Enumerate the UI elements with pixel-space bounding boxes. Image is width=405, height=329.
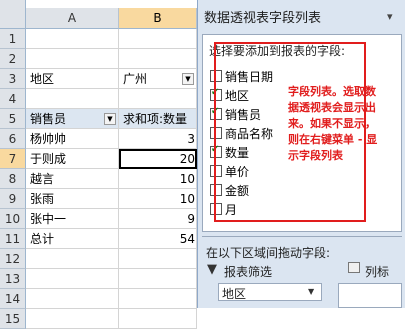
- panel-divider: [202, 236, 402, 237]
- cell-a[interactable]: 张中一: [26, 209, 119, 229]
- cell-text: 张中一: [30, 212, 67, 226]
- cell-b[interactable]: 54: [119, 229, 197, 249]
- filter-dropdown-icon[interactable]: ▼: [104, 113, 116, 125]
- cell-b[interactable]: [119, 89, 197, 109]
- cell-b[interactable]: 求和项:数量: [119, 109, 197, 129]
- cell-text: 于则成: [30, 152, 67, 166]
- cell-a[interactable]: [26, 249, 119, 269]
- pivot-field-list-panel: 数据透视表字段列表 ▾ 选择要添加到报表的字段: 销售日期地区销售员商品名称数量…: [197, 0, 405, 308]
- cell-b[interactable]: 广州 ▼: [119, 69, 197, 89]
- row-header[interactable]: 10: [0, 209, 26, 229]
- panel-close-icon[interactable]: ▾: [387, 10, 399, 23]
- cell-b[interactable]: [119, 289, 197, 309]
- row-header[interactable]: 8: [0, 169, 26, 189]
- cell-a[interactable]: 张雨: [26, 189, 119, 209]
- column-header-b[interactable]: B: [119, 8, 197, 29]
- spreadsheet-grid: A B 1 2 3 地区 广州 ▼ 4 5 销售员 ▼ 求和项:数量 6 杨帅帅 3 7 于则成 20 8 越言 10…: [0, 0, 197, 329]
- cell-a[interactable]: [26, 269, 119, 289]
- row-header[interactable]: 7: [0, 149, 26, 169]
- cell-a[interactable]: [26, 89, 119, 109]
- cell-a[interactable]: [26, 289, 119, 309]
- cell-b[interactable]: 20: [119, 149, 197, 169]
- cell-text: 张雨: [30, 192, 55, 206]
- row-header[interactable]: 11: [0, 229, 26, 249]
- row-header[interactable]: 4: [0, 89, 26, 109]
- column-labels-label: 列标: [365, 265, 390, 279]
- filter-dropdown-icon[interactable]: ▼: [182, 73, 194, 85]
- drag-areas-prompt: 在以下区域间拖动字段:: [206, 246, 331, 260]
- cell-text: 9: [187, 212, 195, 226]
- cell-b[interactable]: 3: [119, 129, 197, 149]
- row-header[interactable]: 6: [0, 129, 26, 149]
- cell-b[interactable]: 9: [119, 209, 197, 229]
- cell-text: 广州: [123, 72, 148, 86]
- cell-b[interactable]: [119, 249, 197, 269]
- row-header[interactable]: 1: [0, 29, 26, 49]
- cell-b[interactable]: [119, 269, 197, 289]
- panel-title: 数据透视表字段列表: [204, 11, 322, 26]
- cell-text: 20: [179, 152, 195, 166]
- cell-text: 地区: [30, 72, 55, 86]
- row-header[interactable]: 14: [0, 289, 26, 309]
- cell-text: 总计: [30, 232, 55, 246]
- cell-b[interactable]: [119, 309, 197, 329]
- cell-a[interactable]: [26, 309, 119, 329]
- cell-b[interactable]: 10: [119, 169, 197, 189]
- cell-text: 杨帅帅: [30, 132, 67, 146]
- cell-text: 越言: [30, 172, 55, 186]
- column-header-a[interactable]: A: [26, 8, 119, 29]
- report-filter-label: 报表筛选: [224, 265, 273, 279]
- cell-a[interactable]: [26, 29, 119, 49]
- row-header[interactable]: 9: [0, 189, 26, 209]
- cell-text: 销售员: [30, 112, 67, 126]
- select-all-corner[interactable]: [0, 0, 26, 29]
- cell-a[interactable]: 越言: [26, 169, 119, 189]
- cell-a[interactable]: 销售员 ▼: [26, 109, 119, 129]
- cell-text: 求和项:数量: [123, 112, 188, 126]
- row-header[interactable]: 13: [0, 269, 26, 289]
- cell-a[interactable]: 地区: [26, 69, 119, 89]
- column-labels-area[interactable]: [338, 283, 402, 308]
- cell-text: 54: [179, 232, 195, 246]
- cell-b[interactable]: 10: [119, 189, 197, 209]
- column-labels-icon: [348, 262, 360, 273]
- row-header[interactable]: 15: [0, 309, 26, 329]
- cell-text: 10: [179, 172, 195, 186]
- cell-b[interactable]: [119, 29, 197, 49]
- cell-a[interactable]: 于则成: [26, 149, 119, 169]
- row-header[interactable]: 5: [0, 109, 26, 129]
- cell-b[interactable]: [119, 49, 197, 69]
- cell-text: 10: [179, 192, 195, 206]
- filter-icon: ▼: [207, 262, 217, 277]
- row-header[interactable]: 2: [0, 49, 26, 69]
- filter-field-chip-label: 地区: [222, 287, 247, 301]
- row-header[interactable]: 12: [0, 249, 26, 269]
- annotation-note: 字段列表。选取数据透视表会显示出来。如果不显示，则在右键菜单 - 显示字段列表: [288, 85, 378, 162]
- chevron-down-icon[interactable]: ▼: [308, 287, 314, 296]
- cell-text: 3: [187, 132, 195, 146]
- cell-a[interactable]: [26, 49, 119, 69]
- row-header[interactable]: 3: [0, 69, 26, 89]
- cell-a[interactable]: 杨帅帅: [26, 129, 119, 149]
- cell-a[interactable]: 总计: [26, 229, 119, 249]
